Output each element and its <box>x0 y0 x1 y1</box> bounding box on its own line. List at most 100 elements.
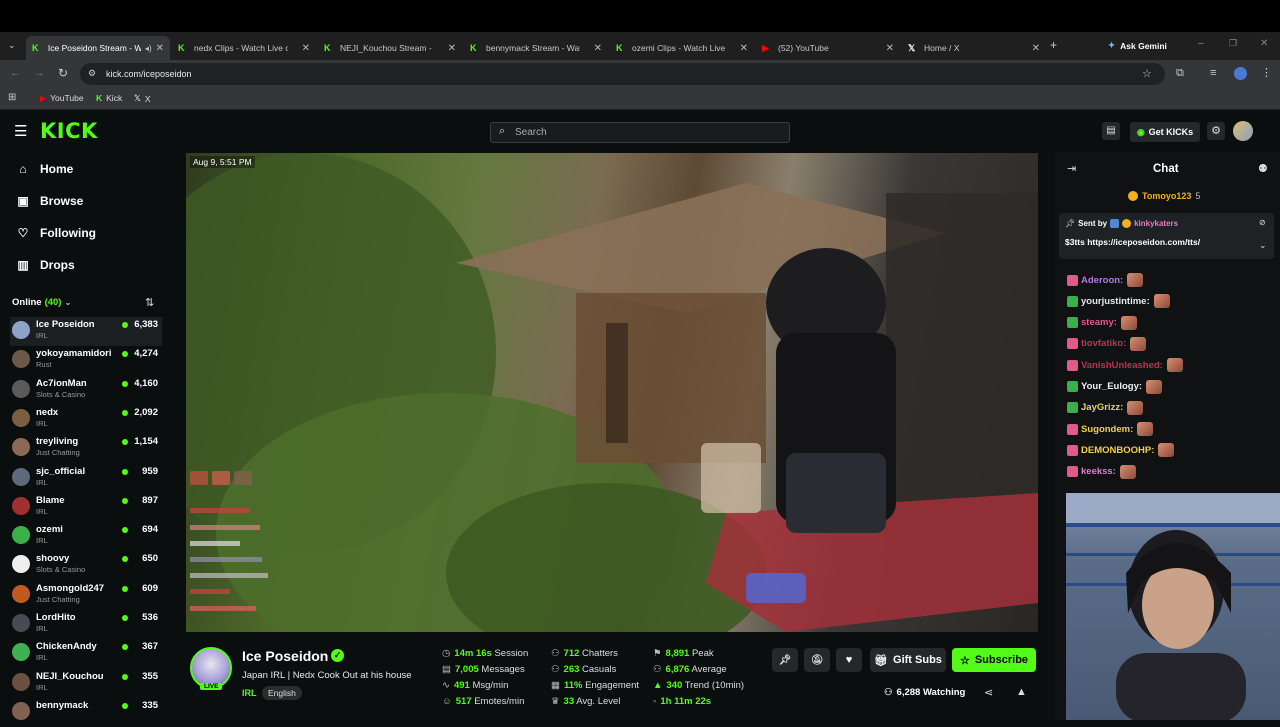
sidebar-channel[interactable]: bennymack 335 <box>10 698 162 727</box>
chat-username[interactable]: keekss: <box>1081 466 1116 477</box>
sidebar-channel[interactable]: shoovy Slots & Casino 650 <box>10 551 162 580</box>
chevron-down-icon[interactable]: ⌄ <box>1259 240 1267 251</box>
get-kicks-button[interactable]: ◉ Get KICKs <box>1130 122 1200 142</box>
online-section-header[interactable]: Online (40) ⌄ <box>12 297 71 308</box>
profile-icon[interactable] <box>1234 67 1247 80</box>
sidebar-channel[interactable]: Asmongold247 Just Chatting 609 <box>10 581 162 610</box>
category-link[interactable]: IRL <box>242 688 257 698</box>
sidebar-channel[interactable]: NEJI_Kouchou IRL 355 <box>10 669 162 698</box>
audio-icon[interactable]: ◂) <box>145 44 152 53</box>
nav-drops[interactable]: ▥ Drops <box>16 258 74 272</box>
chat-message[interactable]: Your_Eulogy: <box>1067 379 1163 394</box>
channel-category: Slots & Casino <box>36 389 86 399</box>
tab-list-dropdown-icon[interactable]: ⌄ <box>8 40 16 51</box>
close-tab-icon[interactable]: ✕ <box>886 43 894 54</box>
bookmark-kick[interactable]: K Kick <box>96 93 122 103</box>
browser-menu-icon[interactable]: ⋮ <box>1261 66 1272 79</box>
minimize-icon[interactable]: – <box>1198 38 1204 49</box>
chat-username[interactable]: Your_Eulogy: <box>1081 381 1142 392</box>
media-controls-icon[interactable]: ≡ <box>1210 67 1216 79</box>
close-tab-icon[interactable]: ✕ <box>740 43 748 54</box>
chat-message[interactable]: Sugondem: <box>1067 422 1154 437</box>
pin-button[interactable]: 📌︎ <box>772 648 798 672</box>
nav-browse[interactable]: ▣ Browse <box>16 194 83 208</box>
pinned-message-card[interactable]: 📌︎ Sent by kinkykaters ⊘ $3tts https://i… <box>1059 213 1274 259</box>
chat-message[interactable]: tiovfatiko: <box>1067 336 1147 351</box>
settings-gear-icon[interactable]: ⚙ <box>1207 122 1225 140</box>
video-player[interactable]: Aug 9, 5:51 PM <box>186 153 1038 632</box>
sidebar-channel[interactable]: ozemi IRL 694 <box>10 522 162 551</box>
restore-icon[interactable]: ❐ <box>1229 38 1237 49</box>
nav-home[interactable]: ⌂ Home <box>16 162 73 176</box>
close-tab-icon[interactable]: ✕ <box>448 43 456 54</box>
sidebar-channel[interactable]: sjc_official IRL 959 <box>10 464 162 493</box>
site-info-icon[interactable]: ⚙ <box>88 68 96 79</box>
chat-message[interactable]: keekss: <box>1067 464 1136 479</box>
chat-username[interactable]: yourjustintime: <box>1081 296 1150 307</box>
nav-following[interactable]: ♡ Following <box>16 226 96 240</box>
bookmark-youtube[interactable]: ▶ YouTube <box>40 93 84 103</box>
extensions-icon[interactable]: ⧉ <box>1176 67 1184 80</box>
collapse-chat-icon[interactable]: ⇥ <box>1067 162 1076 175</box>
hamburger-menu-icon[interactable]: ☰ <box>14 122 27 140</box>
browser-tab[interactable]: 𝕏 Home / X ✕ <box>902 36 1046 60</box>
new-tab-icon[interactable]: + <box>1050 38 1057 52</box>
chat-username[interactable]: VanishUnleashed: <box>1081 360 1163 371</box>
sidebar-channel[interactable]: nedx IRL 2,092 <box>10 405 162 434</box>
browser-tab[interactable]: ▶ (52) YouTube ✕ <box>756 36 900 60</box>
sidebar-channel[interactable]: LordHito IRL 536 <box>10 610 162 639</box>
kick-logo[interactable]: KICK <box>40 119 98 143</box>
sidebar-channel[interactable]: Blame IRL 897 <box>10 493 162 522</box>
share-icon[interactable]: ⋖ <box>984 686 993 699</box>
browser-tab[interactable]: K Ice Poseidon Stream - W ◂) ✕ <box>26 36 170 60</box>
chat-message[interactable]: VanishUnleashed: <box>1067 358 1183 373</box>
close-tab-icon[interactable]: ✕ <box>302 43 310 54</box>
bookmark-x[interactable]: 𝕏 X <box>134 93 151 104</box>
chat-username[interactable]: Aderoon: <box>1081 275 1123 286</box>
follow-button[interactable]: ♥ <box>836 648 862 672</box>
unpin-icon[interactable]: ⊘ <box>1259 218 1266 227</box>
chat-username[interactable]: tiovfatiko: <box>1081 338 1126 349</box>
search-input[interactable]: ⌕ Search <box>490 122 790 143</box>
close-tab-icon[interactable]: ✕ <box>156 43 164 54</box>
ask-gemini-button[interactable]: ✦ Ask Gemini <box>1108 40 1167 51</box>
back-icon[interactable]: ← <box>10 67 21 79</box>
sidebar-channel[interactable]: Ice Poseidon IRL 6,383 <box>10 317 162 346</box>
language-tag[interactable]: English <box>262 686 302 700</box>
chat-users-icon[interactable]: ⚉ <box>1258 162 1268 175</box>
browser-tab[interactable]: K ozemi Clips - Watch Live or ✕ <box>610 36 754 60</box>
sidebar-channel[interactable]: Ac7ionMan Slots & Casino 4,160 <box>10 376 162 405</box>
report-icon[interactable]: ▲ <box>1016 686 1027 698</box>
chat-message[interactable]: DEMONBOOHP: <box>1067 443 1175 458</box>
gift-subs-button[interactable]: 🎁︎ Gift Subs <box>870 648 946 672</box>
channel-avatar <box>12 379 30 398</box>
browser-tab[interactable]: K NEJI_Kouchou Stream - Wat ✕ <box>318 36 462 60</box>
subscribe-button[interactable]: ☆ Subscribe <box>952 648 1036 672</box>
address-bar[interactable]: ⚙ kick.com/iceposeidon ☆ <box>80 63 1165 85</box>
chat-message[interactable]: steamy: <box>1067 315 1137 330</box>
close-tab-icon[interactable]: ✕ <box>1032 43 1040 54</box>
reload-icon[interactable]: ↻ <box>58 66 68 80</box>
close-tab-icon[interactable]: ✕ <box>594 43 602 54</box>
sidebar-channel[interactable]: yokoyamamidori Rust 4,274 <box>10 346 162 375</box>
chat-message[interactable]: yourjustintime: <box>1067 294 1170 309</box>
forward-icon[interactable]: → <box>34 67 45 79</box>
chat-username[interactable]: DEMONBOOHP: <box>1081 445 1154 456</box>
close-window-icon[interactable]: ✕ <box>1260 38 1268 49</box>
user-avatar[interactable] <box>1233 121 1253 141</box>
apps-grid-icon[interactable]: ⊞ <box>8 92 16 103</box>
bookmark-star-icon[interactable]: ☆ <box>1142 67 1152 80</box>
chat-message[interactable]: Aderoon: <box>1067 273 1144 287</box>
chat-username[interactable]: steamy: <box>1081 317 1117 328</box>
chat-username[interactable]: Sugondem: <box>1081 424 1133 435</box>
mute-notifications-button[interactable]: 🔕︎ <box>804 648 830 672</box>
chat-username[interactable]: JayGrizz: <box>1081 402 1123 413</box>
sidebar-channel[interactable]: treyliving Just Chatting 1,154 <box>10 434 162 463</box>
streamer-name[interactable]: Ice Poseidon <box>242 648 328 664</box>
sidebar-channel[interactable]: ChickenAndy IRL 367 <box>10 639 162 668</box>
chat-message[interactable]: JayGrizz: <box>1067 400 1144 415</box>
sort-icon[interactable]: ⇅ <box>145 296 154 309</box>
layout-toggle-icon[interactable]: ▤ <box>1102 122 1120 140</box>
browser-tab[interactable]: K bennymack Stream - Watch ✕ <box>464 36 608 60</box>
browser-tab[interactable]: K nedx Clips - Watch Live on ✕ <box>172 36 316 60</box>
